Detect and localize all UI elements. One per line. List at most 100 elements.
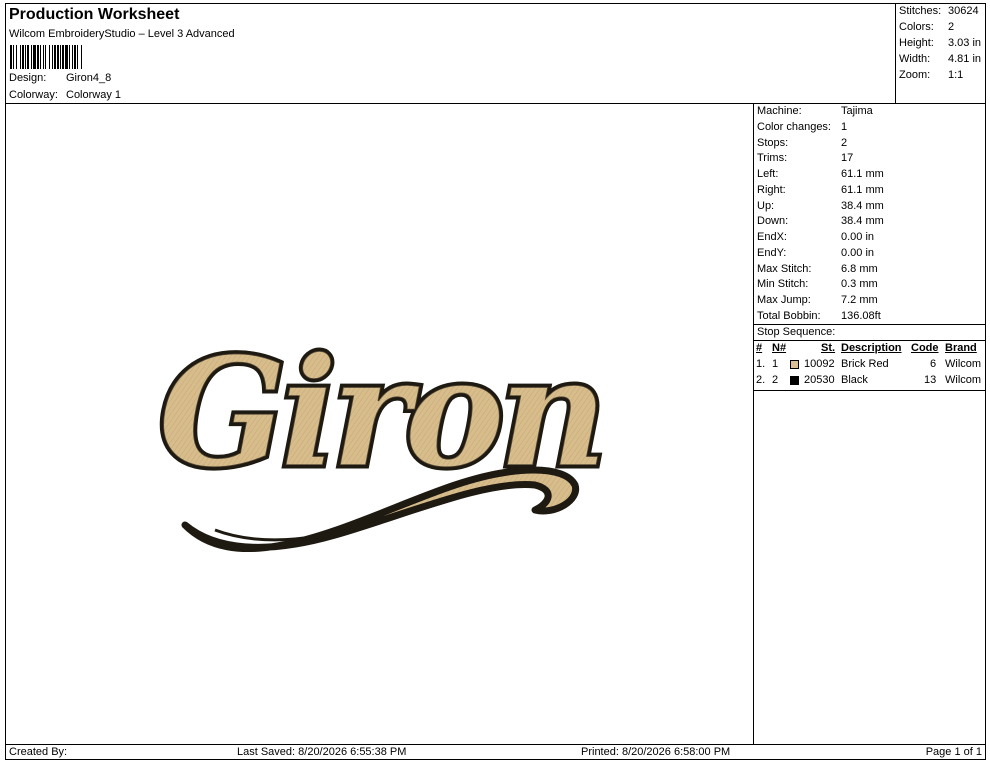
stat-label: Zoom:: [899, 69, 931, 81]
barcode-bar: [72, 45, 73, 69]
stat-value: 3.03 in: [948, 37, 982, 49]
info-value: 61.1 mm: [841, 184, 884, 196]
barcode-bar: [22, 45, 24, 69]
stop-sequence-label: Stop Sequence:: [757, 326, 836, 338]
colorway-label: Colorway:: [9, 89, 58, 101]
info-value: 1: [841, 121, 848, 133]
info-row: EndY: 0.00 in: [757, 247, 985, 259]
stat-height: Height: 3.03 in: [899, 37, 987, 49]
barcode-bar: [43, 45, 44, 69]
info-label: Down:: [757, 215, 789, 227]
info-label: Max Jump:: [757, 294, 811, 306]
stat-label: Colors:: [899, 21, 934, 33]
barcode-bar: [20, 45, 21, 69]
col-header-description: Description: [841, 342, 902, 354]
info-value: 61.1 mm: [841, 168, 884, 180]
page-number: Page 1 of 1: [925, 746, 982, 758]
info-row: Color changes: 1: [757, 121, 985, 133]
stop-number: 1: [772, 358, 779, 370]
info-row: Total Bobbin: 136.08ft: [757, 310, 985, 322]
col-header-n: N#: [772, 342, 787, 354]
barcode-bar: [45, 45, 46, 69]
barcode-bar: [81, 45, 82, 69]
stop-description: Black: [841, 374, 868, 386]
printed-date: Printed: 8/20/2026 6:58:00 PM: [581, 746, 731, 758]
info-label: Min Stitch:: [757, 278, 809, 290]
info-label: Right:: [757, 184, 786, 196]
barcode-bar: [40, 45, 41, 69]
info-row: Stops: 2: [757, 137, 985, 149]
stat-width: Width: 4.81 in: [899, 53, 987, 65]
info-row: Machine: Tajima: [757, 105, 985, 117]
stop-index: 2.: [756, 374, 766, 386]
last-saved: Last Saved: 8/20/2026 6:55:38 PM: [237, 746, 407, 758]
info-value: 17: [841, 152, 854, 164]
design-stats: Stitches: 30624 Colors: 2 Height: 3.03 in W…: [895, 3, 986, 104]
barcode-bar: [25, 45, 26, 69]
colorway-row: Colorway: Colorway 1: [9, 89, 121, 101]
info-row: Down: 38.4 mm: [757, 215, 985, 227]
stat-value: 2: [948, 21, 955, 33]
info-row: Max Stitch: 6.8 mm: [757, 263, 985, 275]
barcode-bar: [62, 45, 64, 69]
stop-brand: Wilcom: [945, 374, 982, 386]
info-value: 2: [841, 137, 848, 149]
barcode-bar: [74, 45, 76, 69]
info-label: Up:: [757, 200, 775, 212]
info-label: Color changes:: [757, 121, 831, 133]
info-row: Right: 61.1 mm: [757, 184, 985, 196]
stat-value: 4.81 in: [948, 53, 982, 65]
barcode-bar: [27, 45, 29, 69]
stat-value: 30624: [948, 5, 979, 17]
barcode-bar: [33, 45, 36, 69]
stop-stitches: 20530: [804, 374, 835, 386]
barcode-bar: [57, 45, 59, 69]
barcode-bar: [60, 45, 61, 69]
machine-info-panel: Machine: Tajima Color changes: 1 Stops: 2 T…: [753, 104, 986, 745]
design-lettering-inner: Giron: [158, 325, 601, 501]
barcode: [10, 45, 82, 69]
info-label: Machine:: [757, 105, 802, 117]
design-label: Design:: [9, 72, 47, 84]
col-header-num: #: [756, 342, 763, 354]
barcode-bar: [77, 45, 78, 69]
info-row: Left: 61.1 mm: [757, 168, 985, 180]
col-header-code: Code: [911, 342, 939, 354]
barcode-bar: [16, 45, 17, 69]
stop-index: 1.: [756, 358, 766, 370]
color-swatch: [790, 376, 799, 385]
embroidery-design-preview: Giron Giron: [155, 322, 605, 553]
stop-brand: Wilcom: [945, 358, 982, 370]
info-label: Max Stitch:: [757, 263, 812, 275]
barcode-bar: [31, 45, 32, 69]
info-row: Min Stitch: 0.3 mm: [757, 278, 985, 290]
info-label: EndY:: [757, 247, 787, 259]
stat-stitches: Stitches: 30624: [899, 5, 987, 17]
info-value: 136.08ft: [841, 310, 881, 322]
stop-stitches: 10092: [804, 358, 835, 370]
created-by: Created By:: [9, 746, 68, 758]
info-value: 7.2 mm: [841, 294, 878, 306]
barcode-bar: [10, 45, 12, 69]
design-row: Design: Giron4_8: [9, 72, 111, 84]
info-row: EndX: 0.00 in: [757, 231, 985, 243]
col-header-brand: Brand: [945, 342, 977, 354]
info-value: 38.4 mm: [841, 215, 884, 227]
color-swatch: [790, 360, 799, 369]
worksheet-header: Production Worksheet Wilcom EmbroiderySt…: [5, 3, 895, 104]
section-divider: [754, 390, 985, 391]
worksheet-title: Production Worksheet: [9, 6, 180, 23]
info-value: 0.00 in: [841, 247, 875, 259]
worksheet-footer: Created By: Last Saved: 8/20/2026 6:55:3…: [5, 744, 986, 760]
stat-label: Width:: [899, 53, 931, 65]
info-value: 38.4 mm: [841, 200, 884, 212]
col-header-stitches: St.: [821, 342, 836, 354]
info-row: Trims: 17: [757, 152, 985, 164]
barcode-bar: [54, 45, 56, 69]
barcode-bar: [13, 45, 14, 69]
barcode-bar: [69, 45, 70, 69]
info-label: Total Bobbin:: [757, 310, 821, 322]
info-value: 6.8 mm: [841, 263, 878, 275]
stat-label: Height:: [899, 37, 934, 49]
info-row: Max Jump: 7.2 mm: [757, 294, 985, 306]
